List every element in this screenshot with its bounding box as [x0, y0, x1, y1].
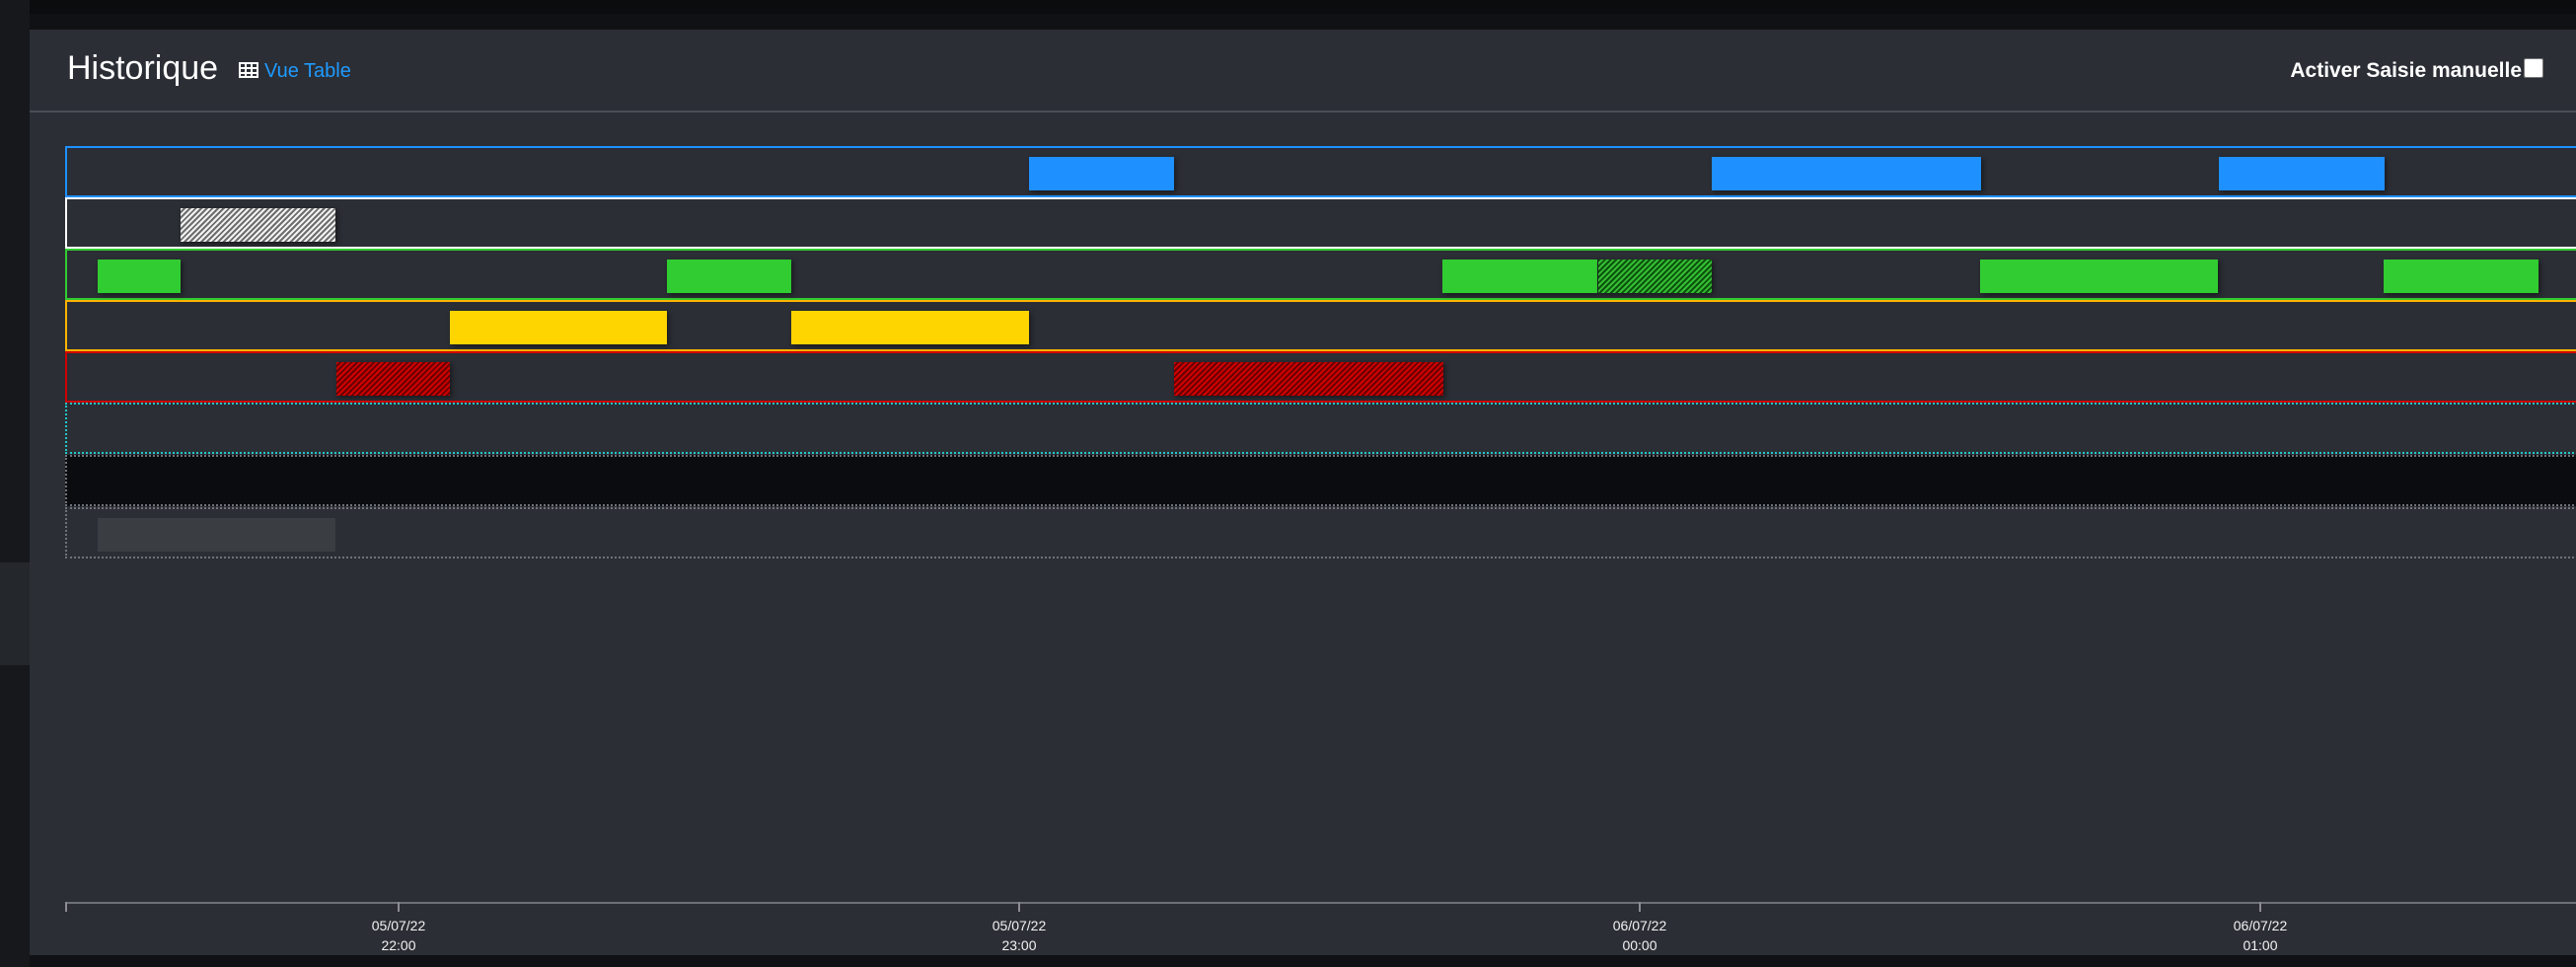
- vue-table-link[interactable]: Vue Table: [264, 60, 351, 83]
- grey-lane: [65, 507, 2576, 558]
- time-axis: [65, 902, 2576, 904]
- manual-entry-checkbox[interactable]: [2524, 58, 2543, 78]
- top-background-strip: [0, 0, 2576, 14]
- white-lane-segment-1[interactable]: [181, 208, 335, 242]
- axis-label-0100: 06/07/22 01:00: [2233, 918, 2288, 953]
- history-header: Historique Vue Table Activer Saisie manu…: [30, 30, 2576, 112]
- axis-tick-2300: [1018, 902, 1020, 912]
- green-lane-segment-1[interactable]: [98, 260, 181, 293]
- yellow-lane-segment-1[interactable]: [450, 311, 667, 344]
- green-lane-segment-2[interactable]: [667, 260, 791, 293]
- axis-start-tick: [65, 902, 67, 912]
- green-lane-segment-5[interactable]: [1980, 260, 2218, 293]
- blue-lane: [65, 146, 2576, 197]
- axis-tick-0100: [2259, 902, 2261, 912]
- blue-lane-segment-1[interactable]: [1029, 157, 1174, 190]
- left-background-strip: [0, 0, 30, 967]
- axis-tick-0000: [1639, 902, 1641, 912]
- dark-lane: [65, 455, 2576, 506]
- table-icon: [239, 62, 258, 78]
- blue-lane-segment-2[interactable]: [1712, 157, 1981, 190]
- history-timeline: [65, 146, 2576, 837]
- white-lane: [65, 197, 2576, 249]
- red-lane: [65, 351, 2576, 403]
- blue-lane-segment-3[interactable]: [2219, 157, 2385, 190]
- axis-label-2200: 05/07/22 22:00: [371, 918, 426, 953]
- axis-label-2300: 05/07/22 23:00: [992, 918, 1047, 953]
- axis-label-0000: 06/07/22 00:00: [1612, 918, 1667, 953]
- axis-tick-2200: [398, 902, 400, 912]
- red-lane-segment-1[interactable]: [336, 362, 450, 396]
- yellow-lane-segment-2[interactable]: [791, 311, 1029, 344]
- page-title: Historique: [67, 49, 219, 87]
- history-panel: Historique Vue Table Activer Saisie manu…: [30, 30, 2576, 955]
- green-lane-segment-6[interactable]: [2384, 260, 2539, 293]
- grey-lane-segment-1[interactable]: [98, 518, 335, 552]
- green-lane-segment-3[interactable]: [1442, 260, 1597, 293]
- red-lane-segment-2[interactable]: [1174, 362, 1443, 396]
- green-lane-segment-4[interactable]: [1598, 260, 1712, 293]
- manual-entry-label: Activer Saisie manuelle: [2290, 59, 2522, 82]
- cyan-lane: [65, 403, 2576, 454]
- yellow-lane: [65, 300, 2576, 351]
- green-lane: [65, 249, 2576, 300]
